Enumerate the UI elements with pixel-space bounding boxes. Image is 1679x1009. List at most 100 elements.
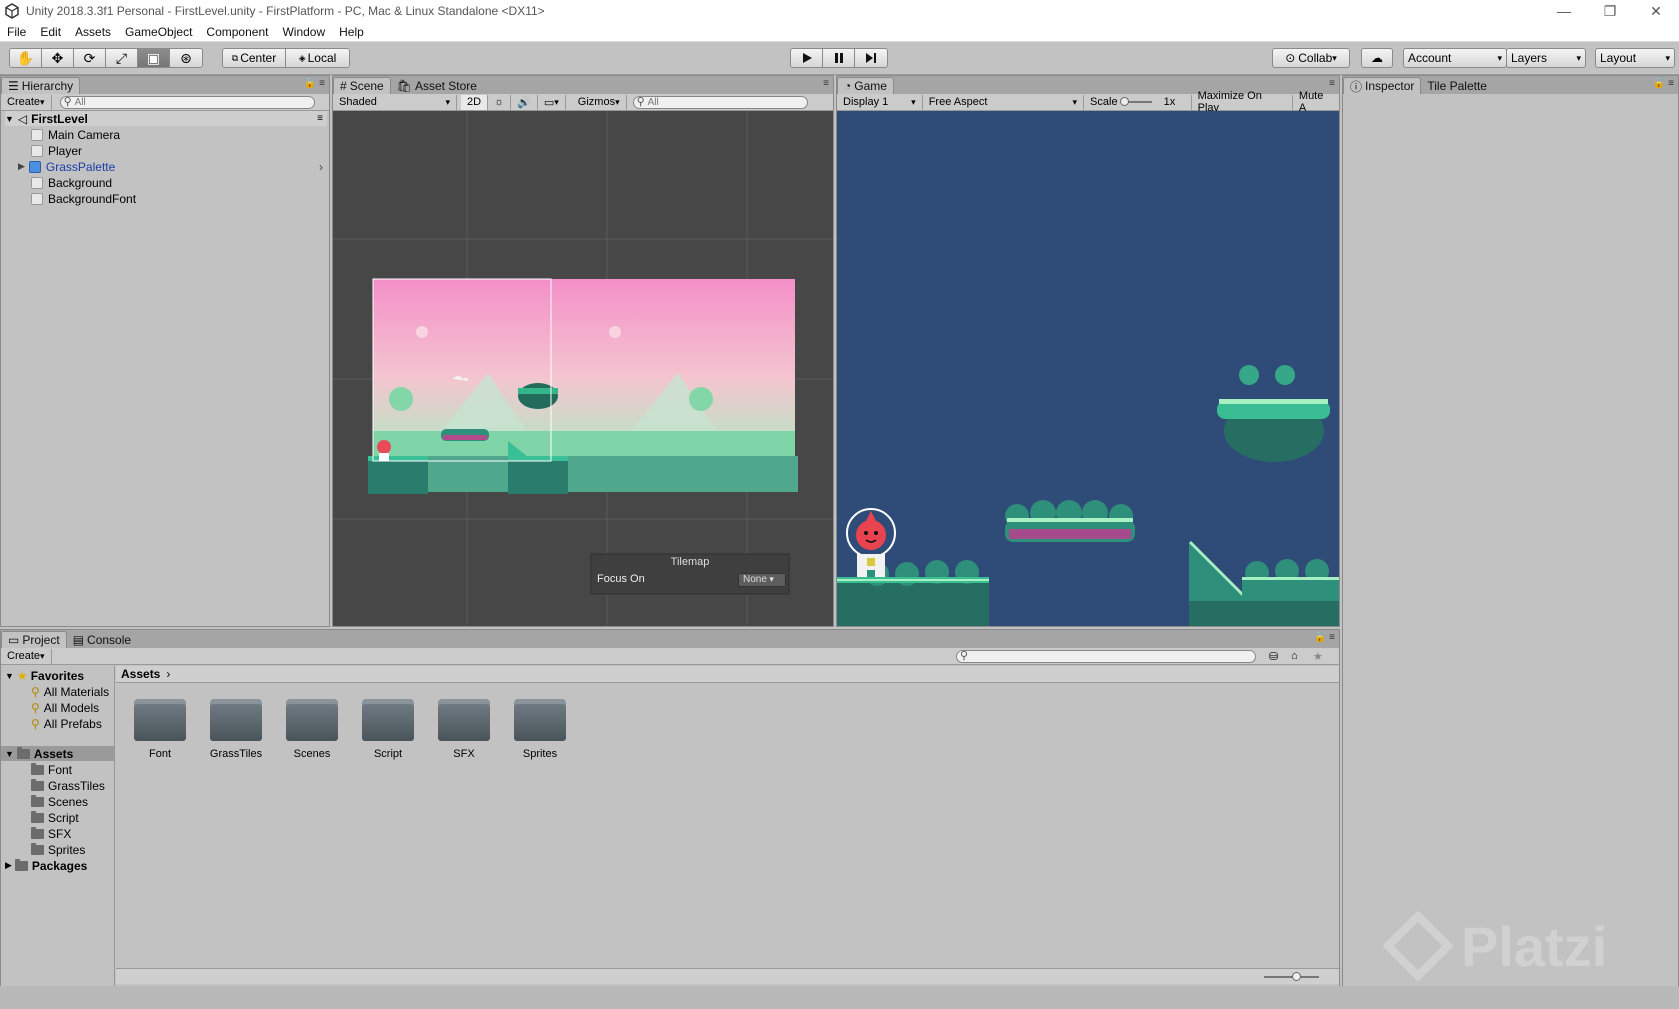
tab-game[interactable]: ◔ Game — [837, 77, 894, 94]
gizmos-dropdown[interactable]: Gizmos — [572, 94, 627, 110]
icon-size-slider[interactable] — [1264, 972, 1319, 981]
scene-canvas[interactable] — [333, 111, 833, 626]
expand-arrow-icon[interactable]: ▶ — [18, 161, 25, 172]
panel-menu-icon[interactable]: ≡ — [1329, 78, 1335, 89]
transform-icon[interactable]: ⊛ — [170, 49, 202, 67]
assets-item-sfx[interactable]: SFX — [31, 826, 71, 841]
packages-root[interactable]: ▶ Packages — [5, 858, 87, 873]
tab-asset-store[interactable]: 🛍 Asset Store — [391, 77, 483, 94]
scene-root[interactable]: ▼ ◁ FirstLevel ≡ — [5, 111, 327, 126]
hierarchy-item-main-camera[interactable]: Main Camera — [31, 127, 120, 142]
pivot-local-button[interactable]: ◈ Local — [286, 49, 349, 67]
chevron-right-icon[interactable]: › — [319, 160, 323, 174]
assets-root[interactable]: ▼ Assets — [1, 746, 114, 761]
menu-edit[interactable]: Edit — [33, 25, 68, 39]
effects-icon[interactable]: ▭ — [538, 94, 566, 110]
menu-file[interactable]: File — [0, 25, 33, 39]
pivot-center-button[interactable]: ⧉ Center — [223, 49, 287, 67]
favorite-item-all-materials[interactable]: ⚲ All Materials — [31, 684, 109, 699]
scene-search-input[interactable]: All — [632, 95, 808, 109]
maximize-on-play-toggle[interactable]: Maximize On Play — [1192, 90, 1293, 114]
menu-help[interactable]: Help — [332, 25, 371, 39]
cloud-button[interactable]: ☁ — [1361, 48, 1393, 68]
hand-icon[interactable]: ✋ — [10, 49, 42, 67]
folder-tile-script[interactable] — [360, 696, 416, 742]
mode-2d-toggle[interactable]: 2D — [461, 94, 489, 110]
assets-item-grasstiles[interactable]: GrassTiles — [31, 778, 105, 793]
favorites-root[interactable]: ▼ ★ Favorites — [5, 668, 84, 683]
tab-tile-palette[interactable]: Tile Palette — [1421, 77, 1493, 94]
breadcrumb-assets[interactable]: Assets — [121, 667, 160, 681]
close-button[interactable]: ✕ — [1633, 3, 1679, 20]
scale-track[interactable] — [1119, 97, 1152, 106]
assets-item-sprites[interactable]: Sprites — [31, 842, 85, 857]
collab-dropdown[interactable]: ⊙ Collab — [1272, 48, 1350, 68]
menu-window[interactable]: Window — [275, 25, 332, 39]
mute-audio-toggle[interactable]: Mute A — [1293, 90, 1339, 114]
panel-menu-icon[interactable]: 🔒 ≡ — [304, 78, 325, 89]
hierarchy-search-input[interactable]: All — [59, 95, 315, 109]
icon-size-thumb[interactable] — [1292, 972, 1301, 981]
favorite-item-all-models[interactable]: ⚲ All Models — [31, 700, 99, 715]
expand-arrow-icon[interactable]: ▼ — [5, 749, 14, 759]
project-create-button[interactable]: Create — [1, 648, 52, 664]
panel-menu-icon[interactable]: 🔒 ≡ — [1653, 78, 1674, 89]
menu-gameobject[interactable]: GameObject — [118, 25, 199, 39]
folder-tile-sprites[interactable] — [512, 696, 568, 742]
project-search-input[interactable] — [956, 649, 1256, 663]
expand-arrow-icon[interactable]: ▼ — [5, 671, 14, 681]
rotate-icon[interactable]: ⟳ — [74, 49, 106, 67]
menu-component[interactable]: Component — [199, 25, 275, 39]
filter-type-icon[interactable]: ⛁ — [1269, 650, 1278, 663]
tab-hierarchy[interactable]: ☰ Hierarchy — [1, 77, 81, 94]
hierarchy-item-background[interactable]: Background — [31, 175, 112, 190]
lighting-icon[interactable]: ☼ — [488, 94, 512, 110]
layers-dropdown[interactable]: Layers — [1506, 48, 1586, 68]
floating-island — [518, 383, 558, 409]
tab-console[interactable]: ▤ Console — [67, 631, 137, 648]
expand-arrow-icon[interactable]: ▶ — [5, 860, 12, 871]
tab-inspector[interactable]: ⓘ Inspector — [1343, 77, 1422, 94]
rect-icon[interactable]: ▣ — [138, 49, 170, 67]
folder-tile-label: GrassTiles — [209, 748, 263, 760]
expand-arrow-icon[interactable]: ▼ — [5, 114, 14, 124]
scene-menu-icon[interactable]: ≡ — [317, 113, 323, 124]
tab-project[interactable]: ▭ Project — [1, 631, 67, 648]
focus-on-dropdown[interactable]: None — [738, 573, 786, 587]
panel-menu-icon[interactable]: ≡ — [823, 78, 829, 89]
panel-menu-icon[interactable]: 🔒 ≡ — [1314, 632, 1335, 643]
pause-button[interactable] — [823, 49, 855, 67]
layout-dropdown[interactable]: Layout — [1595, 48, 1675, 68]
display-dropdown[interactable]: Display 1 — [837, 94, 923, 110]
scale-slider[interactable]: Scale 1x — [1084, 94, 1192, 110]
folder-tile-font[interactable] — [132, 696, 188, 742]
hierarchy-create-button[interactable]: Create — [1, 94, 52, 110]
hierarchy-item-player[interactable]: Player — [31, 143, 82, 158]
minimize-button[interactable]: — — [1541, 3, 1587, 19]
hierarchy-item-backgroundfont[interactable]: BackgroundFont — [31, 191, 136, 206]
move-icon[interactable]: ✥ — [42, 49, 74, 67]
menu-assets[interactable]: Assets — [68, 25, 118, 39]
account-dropdown[interactable]: Account — [1403, 48, 1507, 68]
aspect-dropdown[interactable]: Free Aspect — [923, 94, 1085, 110]
favorite-star-icon[interactable]: ★ — [1313, 650, 1323, 663]
favorite-item-all-prefabs[interactable]: ⚲ All Prefabs — [31, 716, 102, 731]
assets-item-font[interactable]: Font — [31, 762, 72, 777]
hierarchy-item-grasspalette[interactable]: ▶ GrassPalette › — [18, 159, 327, 174]
play-button[interactable] — [791, 49, 823, 67]
shading-mode-dropdown[interactable]: Shaded — [333, 94, 457, 110]
folder-tile-scenes[interactable] — [284, 696, 340, 742]
filter-label-icon[interactable]: ⌂ — [1291, 650, 1298, 662]
assets-item-scenes[interactable]: Scenes — [31, 794, 88, 809]
assets-item-script[interactable]: Script — [31, 810, 79, 825]
folder-tile-sfx[interactable] — [436, 696, 492, 742]
tab-scene[interactable]: # Scene — [333, 77, 391, 94]
step-button[interactable] — [855, 49, 887, 67]
game-viewport[interactable] — [837, 111, 1339, 626]
restore-button[interactable]: ❐ — [1587, 3, 1633, 20]
scene-viewport[interactable]: Tilemap Focus On None — [333, 111, 833, 626]
folder-tile-grasstiles[interactable] — [208, 696, 264, 742]
audio-icon[interactable]: 🔊 — [511, 94, 538, 110]
scale-icon[interactable]: ⤢ — [106, 49, 138, 67]
scale-thumb[interactable] — [1119, 97, 1129, 106]
